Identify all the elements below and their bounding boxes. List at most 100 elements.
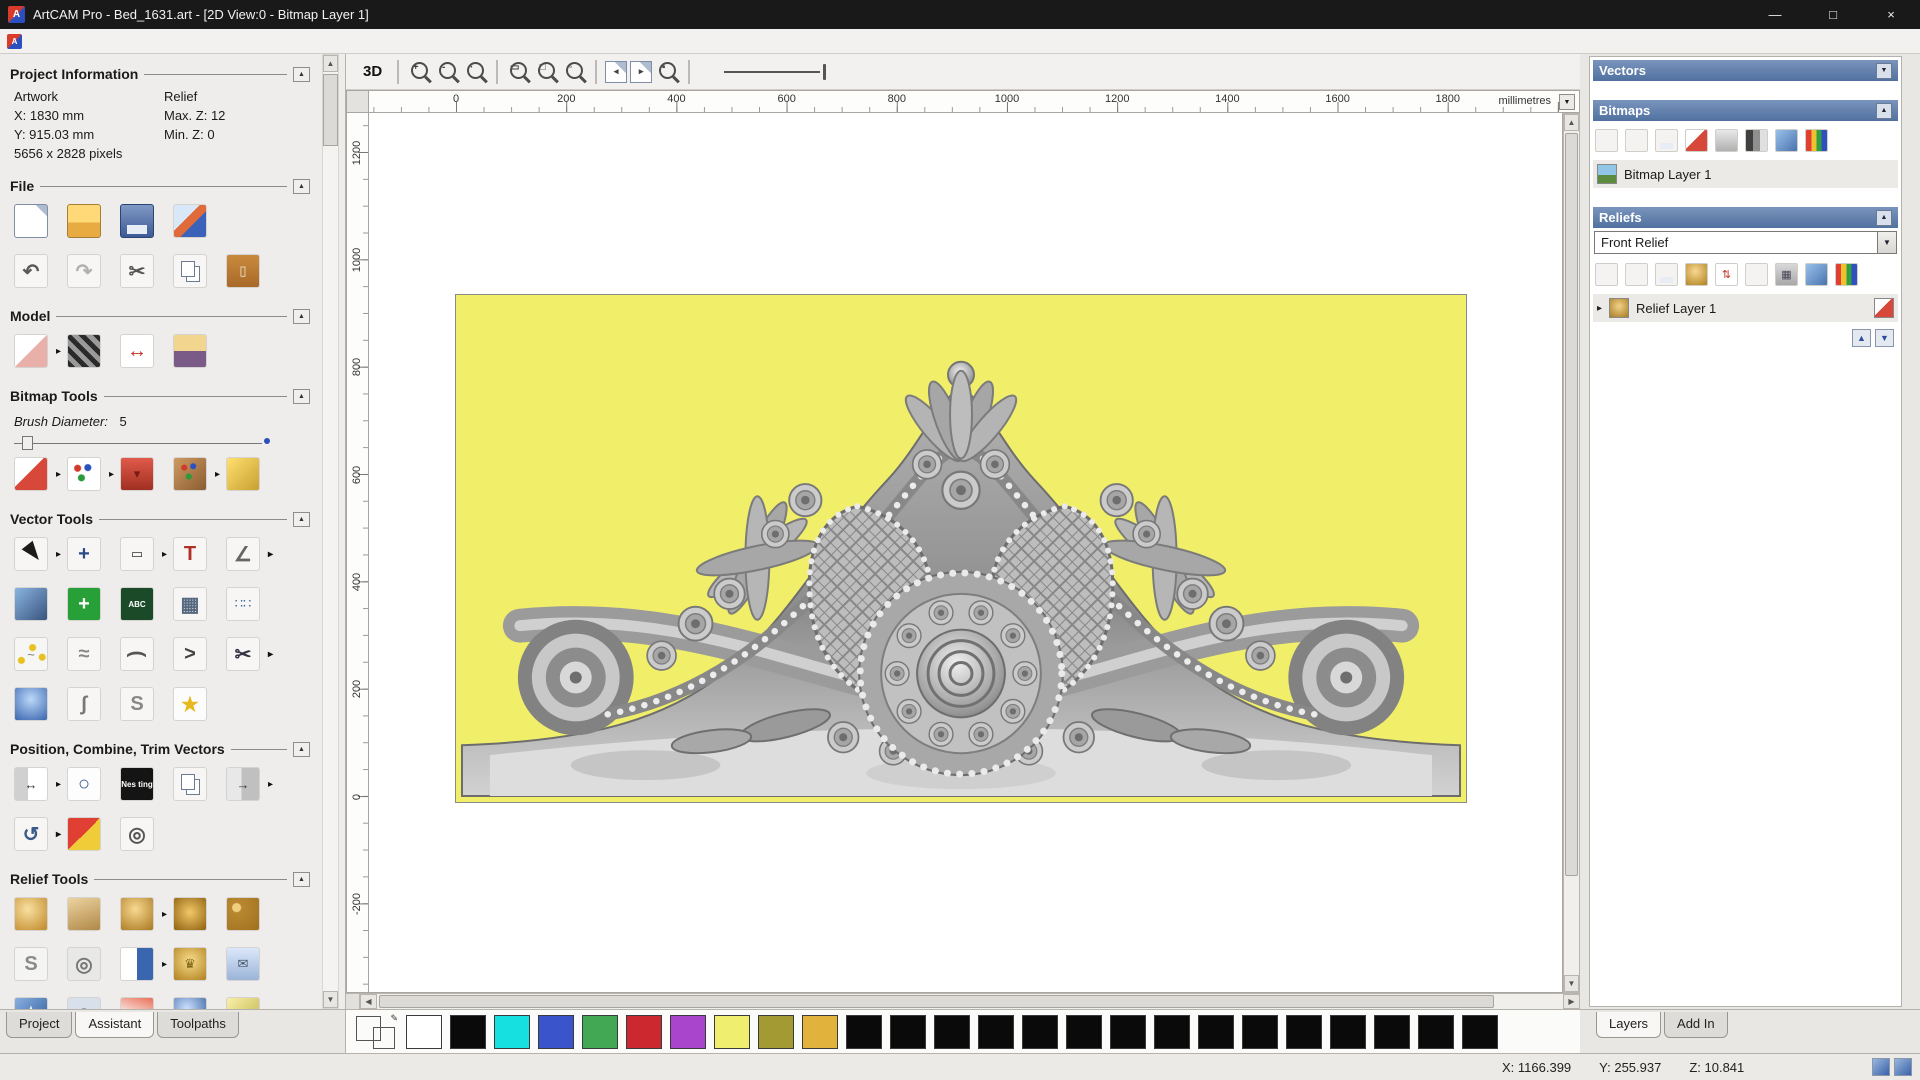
arc-tool-icon[interactable]: S (120, 687, 154, 721)
flood-fill-icon[interactable]: ▾ (120, 457, 154, 491)
scrollbar-track[interactable] (377, 994, 1563, 1009)
drawing-canvas[interactable] (369, 113, 1563, 993)
swatch-black-11[interactable] (1242, 1014, 1278, 1049)
two-rail-sweep-icon[interactable] (120, 947, 167, 981)
minimize-button[interactable]: — (1746, 0, 1804, 29)
turn-wizard-icon[interactable]: ♛ (173, 947, 207, 981)
relief-colours-icon[interactable] (1835, 263, 1858, 286)
collapse-bitmaps-button[interactable]: ▲ (1876, 102, 1892, 119)
swatch-black-5[interactable] (978, 1014, 1014, 1049)
angle-plane-icon[interactable]: ◣ (226, 997, 260, 1009)
previous-view-icon[interactable]: ◂ (605, 60, 628, 83)
collapse-project-info-button[interactable]: ▲ (293, 66, 310, 82)
collapse-model-button[interactable]: ▲ (293, 308, 310, 324)
sandpaper-icon[interactable] (67, 897, 101, 931)
create-circle-icon[interactable] (14, 687, 48, 721)
calculate-relief-icon[interactable]: ▦ (1775, 263, 1798, 286)
texture-relief-icon[interactable] (226, 897, 260, 931)
tab-toolpaths[interactable]: Toolpaths (157, 1012, 239, 1038)
tab-addin[interactable]: Add In (1664, 1012, 1728, 1038)
swatch-black-4[interactable] (934, 1014, 970, 1049)
save-relief-icon[interactable] (1655, 263, 1678, 286)
load-reference-model-icon[interactable] (14, 334, 61, 368)
status-info-icon[interactable] (1894, 1058, 1912, 1076)
open-bitmap-icon[interactable] (1625, 129, 1648, 152)
freehand-draw-icon[interactable]: ∫ (67, 687, 101, 721)
save-bitmap-icon[interactable] (1655, 129, 1678, 152)
collapse-relief-tools-button[interactable]: ▲ (293, 871, 310, 887)
active-colours-indicator[interactable]: ✎ (354, 1013, 398, 1051)
swatch-black[interactable] (450, 1014, 486, 1049)
swatch-blue[interactable] (538, 1014, 574, 1049)
colour-palette-icon[interactable] (173, 457, 220, 491)
primary-colour-swatch[interactable] (356, 1015, 381, 1041)
close-button[interactable]: × (1862, 0, 1920, 29)
swatch-yellow[interactable] (714, 1014, 750, 1049)
bitmap-layer-artwork[interactable] (455, 294, 1467, 803)
select-vectors-icon[interactable] (14, 537, 61, 571)
zoom-selection-icon[interactable]: ▪ (655, 59, 680, 84)
swatch-black-14[interactable] (1374, 1014, 1410, 1049)
collapse-position-tools-button[interactable]: ▲ (293, 741, 310, 757)
swatch-red[interactable] (626, 1014, 662, 1049)
swatch-white[interactable] (406, 1014, 442, 1049)
scroll-up-button[interactable]: ▲ (1564, 114, 1579, 131)
toggle-3d-view-button[interactable]: 3D (356, 61, 389, 82)
zoom-objects-icon[interactable]: ◦ (562, 59, 587, 84)
ruler-units-dropdown-button[interactable]: ▼ (1559, 94, 1575, 110)
lights-material-icon[interactable] (173, 334, 207, 368)
dome-relief-icon[interactable] (173, 997, 207, 1009)
set-model-size-icon[interactable]: ↔ (120, 334, 154, 368)
assistant-panel-scrollbar[interactable]: ▲ ▼ (322, 54, 339, 1009)
node-editing-icon[interactable]: + (67, 587, 101, 621)
canvas-horizontal-scrollbar[interactable]: ◀ ▶ (346, 993, 1580, 1009)
bitmap-layer-row[interactable]: Bitmap Layer 1 (1593, 160, 1898, 188)
paint-icon[interactable] (14, 457, 61, 491)
relief-layer-paint-icon[interactable] (1874, 298, 1894, 318)
sculpt-icon[interactable] (120, 897, 167, 931)
zoom-window-icon[interactable]: ▭ (506, 59, 531, 84)
face-relief-icon[interactable]: ☺ (67, 997, 101, 1009)
scrollbar-thumb[interactable] (1565, 133, 1578, 876)
tab-layers[interactable]: Layers (1596, 1012, 1662, 1038)
swatch-black-6[interactable] (1022, 1014, 1058, 1049)
trim-vectors-icon[interactable]: ✂ (226, 637, 273, 671)
status-grid-icon[interactable] (1872, 1058, 1890, 1076)
fit-arcs-icon[interactable]: ( (120, 637, 154, 671)
expand-vectors-button[interactable]: ▼ (1876, 62, 1892, 79)
collapse-file-button[interactable]: ▲ (293, 178, 310, 194)
bitmap-layer-name[interactable]: Bitmap Layer 1 (1624, 167, 1711, 182)
invert-relief-icon[interactable]: ⇅ (1715, 263, 1738, 286)
swatch-olive[interactable] (758, 1014, 794, 1049)
measure-icon[interactable]: ∠ (226, 537, 273, 571)
star-wizard-icon[interactable]: ★ (14, 997, 48, 1009)
smooth-spline-icon[interactable]: S (14, 947, 48, 981)
slider-thumb[interactable] (22, 436, 33, 450)
swatch-magenta[interactable] (670, 1014, 706, 1049)
scrollbar-track[interactable] (323, 72, 338, 991)
group-vectors-icon[interactable] (173, 767, 207, 801)
create-rectangle-icon[interactable]: ▭ (120, 537, 167, 571)
expand-relief-layer-icon[interactable]: ▸ (1597, 303, 1602, 314)
copy-icon[interactable] (173, 254, 207, 288)
scroll-left-button[interactable]: ◀ (360, 994, 377, 1009)
collapse-reliefs-button[interactable]: ▲ (1876, 209, 1892, 226)
splitter-grip[interactable] (346, 994, 360, 1009)
swatch-cyan[interactable] (494, 1014, 530, 1049)
greyscale-view-icon[interactable] (67, 334, 101, 368)
nest-vectors-icon[interactable]: ○ (67, 767, 101, 801)
create-text-icon[interactable]: T (173, 537, 207, 571)
swatch-green[interactable] (582, 1014, 618, 1049)
zoom-out-icon[interactable]: - (435, 59, 460, 84)
dropdown-arrow-icon[interactable]: ▼ (1877, 232, 1896, 253)
bitmap-colours-icon[interactable] (1805, 129, 1828, 152)
new-bitmap-icon[interactable] (1595, 129, 1618, 152)
greyscale-bitmap-icon[interactable] (1745, 129, 1768, 152)
block-paste-icon[interactable]: ∷∷ (226, 587, 260, 621)
swatch-black-8[interactable] (1110, 1014, 1146, 1049)
swatch-black-2[interactable] (846, 1014, 882, 1049)
brush-diameter-slider[interactable] (14, 431, 294, 450)
paste-icon[interactable]: ▯ (226, 254, 260, 288)
vector-wizard-icon[interactable]: ★ (173, 687, 207, 721)
relief-layer-name[interactable]: Relief Layer 1 (1636, 301, 1716, 316)
